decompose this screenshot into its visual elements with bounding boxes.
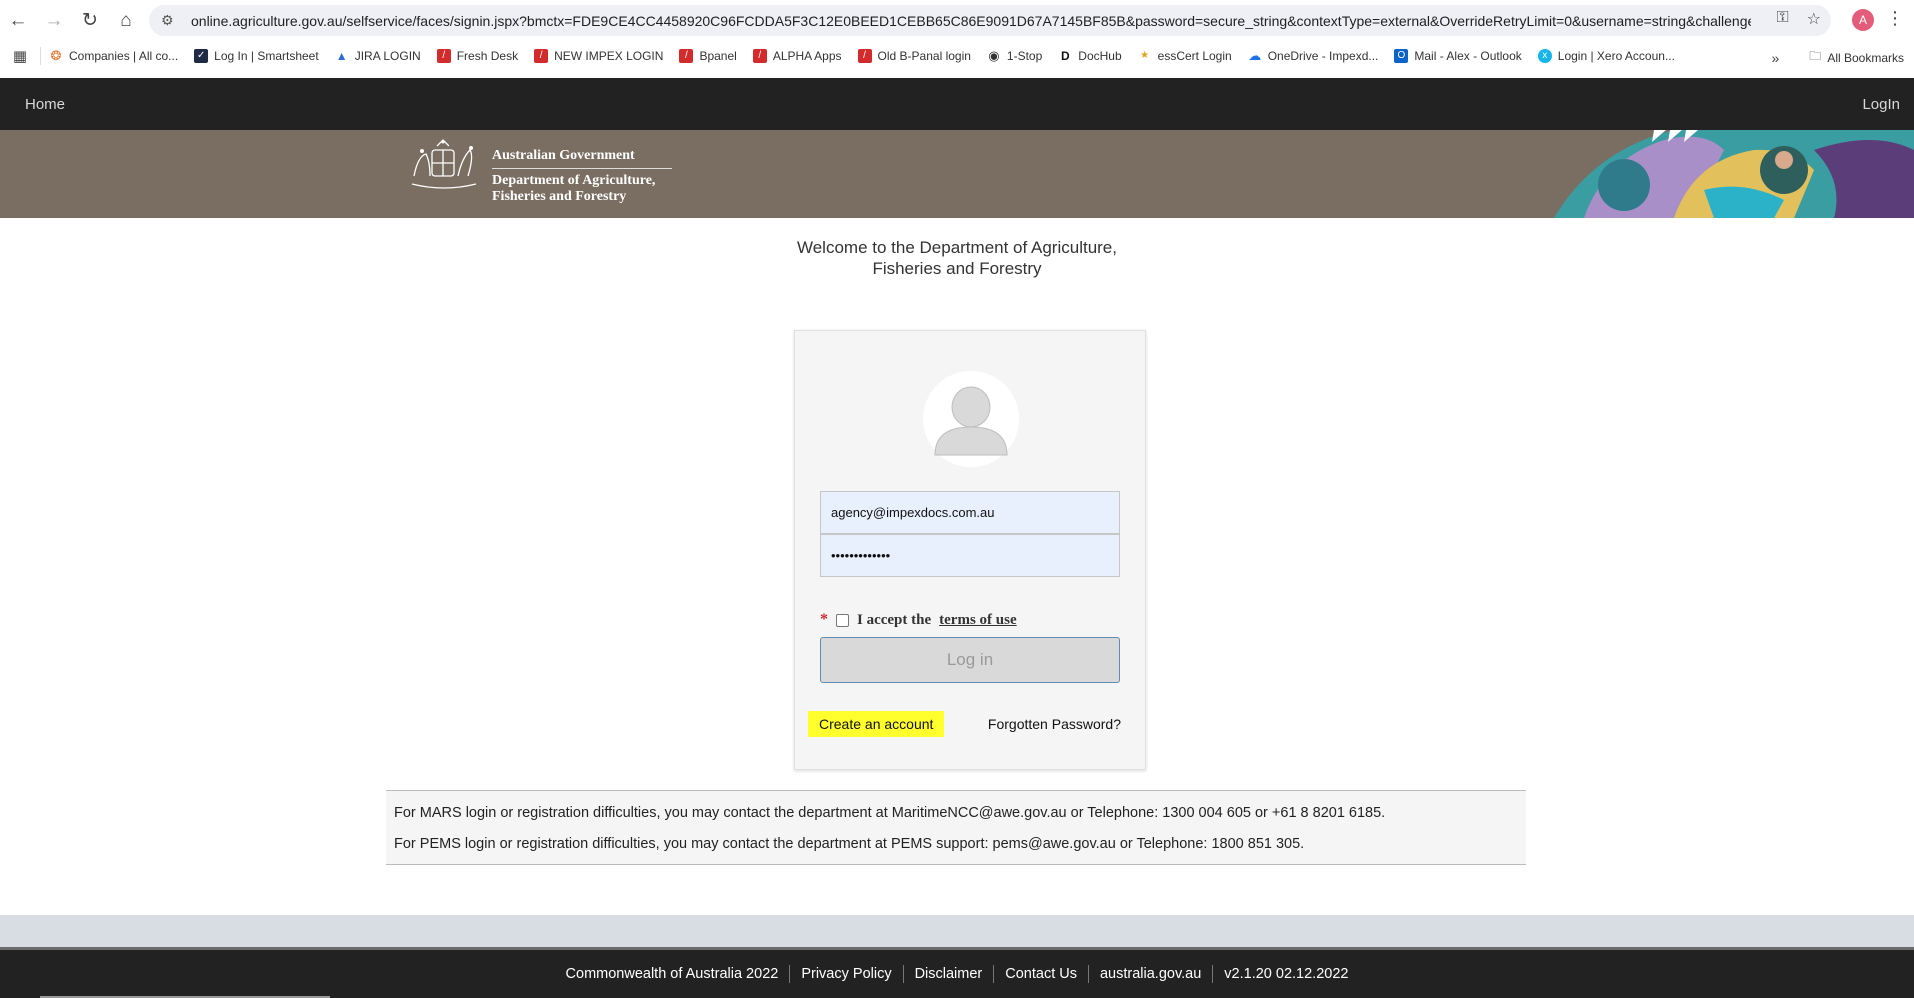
folder-icon: 🗀	[1809, 49, 1822, 63]
footer-australia-gov-link[interactable]: australia.gov.au	[1087, 965, 1212, 983]
onedrive-icon: ☁	[1248, 47, 1262, 63]
footer-copyright: Commonwealth of Australia 2022	[565, 966, 779, 982]
bookmark-label: Old B-Panal login	[877, 48, 971, 63]
bookmark-item[interactable]: / NEW IMPEX LOGIN	[534, 48, 664, 63]
bookmark-label: 1-Stop	[1006, 48, 1043, 63]
site-info-icon[interactable]: ⚙	[161, 12, 183, 29]
red-slash-icon: /	[534, 48, 549, 63]
user-avatar-icon	[923, 371, 1019, 467]
bookmark-item[interactable]: ★ essCert Login	[1138, 49, 1232, 63]
footer-privacy-link[interactable]: Privacy Policy	[789, 965, 902, 983]
footer-contact-link[interactable]: Contact Us	[993, 965, 1088, 983]
bookmark-item[interactable]: / Fresh Desk	[436, 48, 519, 63]
bookmark-label: Bpanel	[699, 48, 737, 63]
bookmarks-bar: ▦ ❂ Companies | All co... ✓ Log In | Smart…	[0, 41, 1914, 70]
welcome-line1: Welcome to the Department of Agriculture…	[796, 238, 1117, 257]
bookmark-item[interactable]: / ALPHA Apps	[752, 48, 842, 63]
department-text-line2: Fisheries and Forestry	[492, 189, 627, 204]
terms-checkbox[interactable]	[836, 613, 849, 627]
bookmark-label: essCert Login	[1157, 48, 1232, 63]
url-text[interactable]: online.agriculture.gov.au/selfservice/fa…	[191, 13, 1751, 29]
footer: Commonwealth of Australia 2022 Privacy P…	[0, 950, 1914, 998]
footer-disclaimer-link[interactable]: Disclaimer	[902, 965, 994, 983]
xero-icon: x	[1537, 48, 1552, 63]
bookmark-item[interactable]: ❂ Companies | All co...	[49, 47, 179, 63]
outlook-icon: O	[1394, 48, 1409, 63]
forward-icon[interactable]: →	[36, 3, 72, 39]
bookmark-label: JIRA LOGIN	[354, 48, 421, 63]
nav-login-link[interactable]: LogIn	[1862, 96, 1900, 113]
hubspot-icon: ❂	[50, 47, 62, 63]
dochub-icon: D	[1060, 48, 1070, 63]
back-icon[interactable]: ←	[0, 3, 36, 39]
bookmark-label: Companies | All co...	[69, 48, 179, 63]
reload-icon[interactable]: ↻	[72, 3, 108, 39]
bookmark-item[interactable]: ◉ 1-Stop	[987, 47, 1043, 63]
esscert-icon: ★	[1140, 50, 1150, 61]
footer-band	[0, 915, 1914, 947]
bookmark-label: Fresh Desk	[456, 48, 519, 63]
bookmark-item[interactable]: ☁ OneDrive - Impexd...	[1248, 47, 1379, 63]
profile-avatar[interactable]: A	[1852, 9, 1874, 31]
required-asterisk: *	[820, 611, 828, 628]
australian-government-text: Australian Government	[492, 148, 672, 169]
bookmark-item[interactable]: O Mail - Alex - Outlook	[1394, 48, 1522, 63]
terms-row: * I accept the terms of use	[820, 611, 1017, 629]
more-bookmarks-icon[interactable]: »	[1772, 50, 1780, 66]
mars-notice-text: For MARS login or registration difficult…	[394, 805, 1386, 821]
welcome-heading: Welcome to the Department of Agriculture…	[0, 237, 1914, 279]
browser-toolbar: ← → ↻ ⌂ ⚙ online.agriculture.gov.au/self…	[0, 0, 1914, 41]
red-slash-icon: /	[857, 48, 872, 63]
terms-of-use-link[interactable]: terms of use	[939, 612, 1016, 629]
all-bookmarks-link[interactable]: All Bookmarks	[1827, 51, 1904, 65]
apps-grid-icon[interactable]: ▦	[0, 47, 40, 65]
department-text-line1: Department of Agriculture,	[492, 173, 656, 188]
footer-version: v2.1.20 02.12.2022	[1212, 965, 1359, 983]
password-key-icon[interactable]: ⚿	[1776, 9, 1788, 29]
bookmark-item[interactable]: ✓ Log In | Smartsheet	[194, 48, 319, 63]
banner-artwork	[1554, 130, 1914, 218]
bookmark-item[interactable]: / Bpanel	[679, 48, 737, 63]
government-title: Australian Government Department of Agri…	[492, 148, 672, 205]
bookmark-label: NEW IMPEX LOGIN	[554, 48, 664, 63]
bookmark-label: Login | Xero Accoun...	[1557, 48, 1675, 63]
browser-menu-icon[interactable]: ⋮	[1886, 8, 1904, 29]
bookmark-label: OneDrive - Impexd...	[1267, 48, 1379, 63]
create-account-link[interactable]: Create an account	[808, 711, 945, 737]
bookmark-label: Log In | Smartsheet	[214, 48, 319, 63]
login-button[interactable]: Log in	[820, 637, 1120, 683]
pems-notice-text: For PEMS login or registration difficult…	[394, 836, 1305, 852]
site-nav: Home LogIn	[0, 78, 1914, 130]
welcome-line2: Fisheries and Forestry	[872, 259, 1042, 278]
coat-of-arms-icon	[411, 139, 477, 189]
globe-icon: ◉	[988, 47, 1000, 63]
bookmark-label: DocHub	[1078, 48, 1122, 63]
red-slash-icon: /	[752, 48, 767, 63]
address-bar[interactable]: ⚙ online.agriculture.gov.au/selfservice/…	[149, 5, 1831, 36]
red-slash-icon: /	[436, 48, 451, 63]
jira-icon: ▲	[335, 48, 348, 63]
bookmark-item[interactable]: D DocHub	[1058, 48, 1122, 63]
bookmark-item[interactable]: / Old B-Panal login	[857, 48, 971, 63]
username-input[interactable]	[820, 491, 1120, 534]
support-notice: For MARS login or registration difficult…	[386, 790, 1526, 865]
bookmark-item[interactable]: ▲ JIRA LOGIN	[335, 49, 421, 63]
bookmark-separator	[40, 46, 41, 65]
password-input[interactable]	[820, 534, 1120, 577]
home-icon[interactable]: ⌂	[108, 3, 144, 39]
bookmark-label: Mail - Alex - Outlook	[1414, 48, 1522, 63]
login-panel: * I accept the terms of use Log in Creat…	[794, 330, 1146, 770]
bookmark-item[interactable]: x Login | Xero Accoun...	[1537, 48, 1675, 63]
bookmark-label: ALPHA Apps	[772, 48, 842, 63]
bookmark-star-icon[interactable]: ☆	[1807, 9, 1821, 29]
forgotten-password-link[interactable]: Forgotten Password?	[988, 716, 1121, 732]
red-slash-icon: /	[679, 48, 694, 63]
terms-label: I accept the	[857, 611, 932, 628]
nav-home-link[interactable]: Home	[25, 96, 65, 113]
smartsheet-icon: ✓	[194, 48, 209, 63]
department-banner: Australian Government Department of Agri…	[0, 130, 1914, 218]
